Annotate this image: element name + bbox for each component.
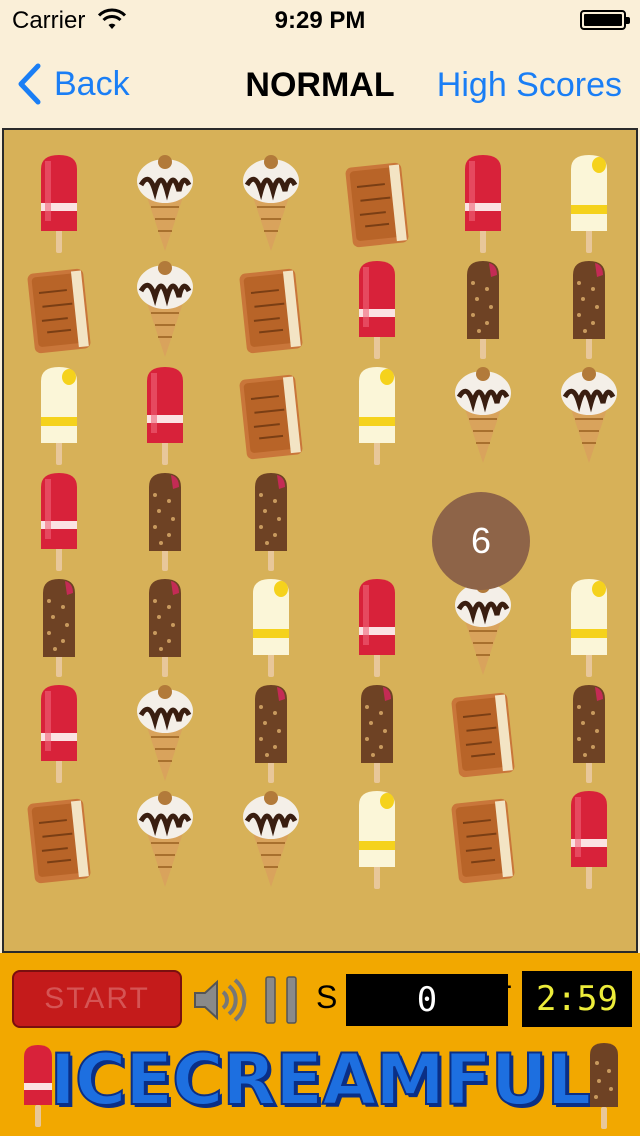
board-tile[interactable] — [324, 680, 430, 786]
score-label: S — [316, 979, 338, 1015]
ice-cream-sandwich-icon — [239, 374, 303, 460]
board-tile[interactable] — [218, 468, 324, 574]
board-tile[interactable] — [6, 256, 112, 362]
board-tile[interactable] — [218, 680, 324, 786]
board-tile[interactable] — [324, 150, 430, 256]
red-popsicle-icon — [41, 473, 77, 571]
chocolate-bar-icon — [361, 685, 393, 783]
board-tile[interactable] — [218, 150, 324, 256]
board-tile[interactable] — [6, 468, 112, 574]
red-popsicle-icon — [147, 367, 183, 465]
ice-cream-sandwich-icon — [239, 268, 303, 354]
board-tile[interactable] — [430, 256, 536, 362]
board-tile[interactable] — [324, 256, 430, 362]
chocolate-bar-icon — [149, 473, 181, 571]
chocolate-bar-icon — [43, 579, 75, 677]
clock: 9:29 PM — [274, 7, 366, 34]
board-tile[interactable] — [324, 574, 430, 680]
ice-cream-cone-icon — [561, 367, 617, 463]
board-tile[interactable] — [324, 786, 430, 892]
navigation-bar: Back NORMAL High Scores — [0, 40, 640, 128]
board-tile[interactable] — [6, 574, 112, 680]
ice-cream-cone-icon — [243, 791, 299, 887]
lemon-popsicle-icon — [571, 155, 607, 253]
ice-cream-cone-icon — [243, 155, 299, 251]
score-display: 0 — [346, 974, 508, 1026]
red-popsicle-icon — [359, 261, 395, 359]
board-tile[interactable] — [112, 786, 218, 892]
ice-cream-cone-icon — [455, 367, 511, 463]
board-tile[interactable] — [6, 680, 112, 786]
red-popsicle-icon — [359, 579, 395, 677]
chocolate-bar-icon — [255, 685, 287, 783]
board-tile[interactable] — [6, 362, 112, 468]
ice-cream-cone-icon — [455, 579, 511, 675]
board-tile[interactable] — [430, 150, 536, 256]
battery-icon — [580, 10, 630, 30]
game-board: 6 — [2, 128, 638, 953]
board-tile[interactable] — [218, 574, 324, 680]
board-tile[interactable] — [218, 256, 324, 362]
lemon-popsicle-icon — [359, 367, 395, 465]
high-scores-button[interactable]: High Scores — [437, 66, 622, 105]
lemon-popsicle-icon — [571, 579, 607, 677]
pause-icon[interactable] — [262, 975, 302, 1025]
ice-cream-cone-icon — [137, 791, 193, 887]
lemon-popsicle-icon — [253, 579, 289, 677]
control-bar: START S 0 T 2:59 — [0, 953, 640, 1031]
ice-cream-sandwich-icon — [345, 162, 409, 248]
chocolate-bar-icon — [255, 473, 287, 571]
timer-display: 2:59 — [522, 971, 632, 1027]
board-tile[interactable] — [536, 574, 640, 680]
board-tile[interactable] — [218, 362, 324, 468]
board-tile[interactable] — [536, 786, 640, 892]
board-tile[interactable] — [6, 786, 112, 892]
app-logo: ICECREAMFUL — [49, 1038, 592, 1122]
speaker-icon[interactable] — [192, 975, 248, 1025]
ice-cream-sandwich-icon — [27, 268, 91, 354]
chocolate-bar-icon — [573, 685, 605, 783]
red-popsicle-icon — [465, 155, 501, 253]
red-popsicle-icon — [41, 685, 77, 783]
board-tile[interactable] — [536, 150, 640, 256]
red-popsicle-icon — [41, 155, 77, 253]
board-tile[interactable] — [324, 362, 430, 468]
ice-cream-cone-icon — [137, 685, 193, 781]
start-button[interactable]: START — [12, 970, 182, 1028]
board-tile[interactable] — [536, 256, 640, 362]
board-tile[interactable] — [536, 680, 640, 786]
board-tile[interactable] — [218, 786, 324, 892]
time-label: T — [492, 979, 512, 1015]
board-tile[interactable] — [430, 680, 536, 786]
board-tile[interactable] — [536, 362, 640, 468]
lemon-popsicle-icon — [359, 791, 395, 889]
ice-cream-sandwich-icon — [451, 692, 515, 778]
ice-cream-sandwich-icon — [27, 798, 91, 884]
combo-badge: 6 — [432, 492, 530, 590]
board-tile[interactable] — [112, 468, 218, 574]
chocolate-bar-icon — [149, 579, 181, 677]
board-tile[interactable] — [112, 680, 218, 786]
logo-banner: ICECREAMFUL — [0, 1031, 640, 1136]
board-tile[interactable] — [112, 256, 218, 362]
ice-cream-cone-icon — [137, 155, 193, 251]
board-tile[interactable] — [6, 150, 112, 256]
board-tile[interactable] — [112, 574, 218, 680]
chocolate-bar-icon — [573, 261, 605, 359]
lemon-popsicle-icon — [41, 367, 77, 465]
chocolate-bar-icon — [590, 1043, 618, 1129]
board-tile[interactable] — [112, 362, 218, 468]
board-tile[interactable] — [430, 362, 536, 468]
board-tile[interactable] — [112, 150, 218, 256]
ice-cream-sandwich-icon — [451, 798, 515, 884]
board-tile[interactable] — [430, 786, 536, 892]
red-popsicle-icon — [571, 791, 607, 889]
chocolate-bar-icon — [467, 261, 499, 359]
status-bar: Carrier 9:29 PM — [0, 0, 640, 40]
ice-cream-cone-icon — [137, 261, 193, 357]
